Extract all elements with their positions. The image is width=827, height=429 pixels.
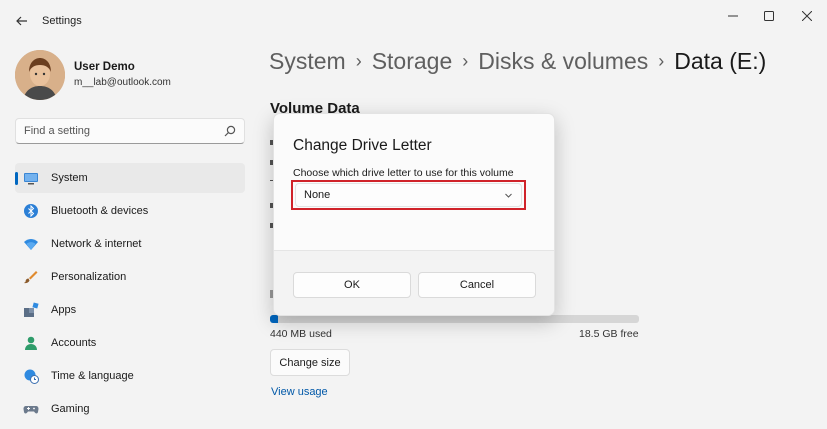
dialog-footer: OK Cancel [274,250,554,315]
maximize-button[interactable] [754,6,784,26]
sidebar-item-label: System [51,172,88,184]
minimize-icon [728,15,738,17]
sidebar-item-time-language[interactable]: Time & language [15,361,245,391]
sidebar-item-gaming[interactable]: Gaming [15,394,245,424]
close-icon [802,11,812,21]
sidebar-item-apps[interactable]: Apps [15,295,245,325]
user-email: m__lab@outlook.com [74,77,171,88]
sidebar-item-label: Apps [51,304,77,316]
dialog-title: Change Drive Letter [293,137,432,154]
minimize-button[interactable] [718,6,748,26]
sidebar-item-label: Accounts [51,337,97,349]
sidebar-item-network[interactable]: Network & internet [15,229,245,259]
maximize-icon [764,11,774,21]
free-space-label: 18.5 GB free [579,328,639,340]
user-name: User Demo [74,61,135,73]
app-title: Settings [42,15,82,27]
avatar[interactable] [15,50,65,100]
search-input[interactable]: Find a setting [15,118,245,144]
sidebar-item-label: Network & internet [51,238,142,250]
breadcrumb-separator: › [355,51,362,71]
globe-clock-icon [24,369,39,384]
back-button[interactable] [10,10,34,32]
storage-usage-fill [270,315,279,323]
sidebar-item-label: Gaming [51,403,90,415]
search-placeholder: Find a setting [24,125,91,137]
arrow-left-icon [16,16,27,26]
breadcrumb-separator: › [658,51,665,71]
sidebar-item-label: Time & language [51,370,134,382]
avatar-image [15,50,65,100]
close-button[interactable] [792,6,822,26]
cancel-button[interactable]: Cancel [418,272,536,298]
title-bar: Settings [0,0,827,40]
breadcrumb-item-disks-volumes[interactable]: Disks & volumes [478,48,648,74]
apps-icon [24,302,39,317]
search-icon [224,125,236,137]
change-drive-letter-dialog: Change Drive Letter Choose which drive l… [273,113,555,316]
dialog-description: Choose which drive letter to use for thi… [293,167,514,179]
person-icon [25,336,37,350]
sidebar-item-bluetooth[interactable]: Bluetooth & devices [15,196,245,226]
breadcrumb-separator: › [462,51,469,71]
breadcrumb-item-system[interactable]: System [269,48,346,74]
brush-icon [24,271,38,284]
gamepad-icon [23,406,39,414]
view-usage-link[interactable]: View usage [271,386,328,398]
highlight-box [291,180,526,210]
active-indicator [15,172,18,185]
sidebar-item-personalization[interactable]: Personalization [15,262,245,292]
display-icon [24,173,38,185]
sidebar-item-system[interactable]: System [15,163,245,193]
sidebar-item-label: Personalization [51,271,127,283]
storage-usage-bar [270,315,639,323]
page-title: Data (E:) [674,48,767,74]
breadcrumb: System › Storage › Disks & volumes › Data (E:) [269,48,766,75]
used-space-label: 440 MB used [270,328,332,340]
wifi-icon [24,239,38,250]
bluetooth-icon [24,204,38,218]
sidebar-item-label: Bluetooth & devices [51,205,149,217]
sidebar-item-accounts[interactable]: Accounts [15,328,245,358]
change-size-button[interactable]: Change size [270,349,350,376]
breadcrumb-item-storage[interactable]: Storage [372,48,453,74]
ok-button[interactable]: OK [293,272,411,298]
